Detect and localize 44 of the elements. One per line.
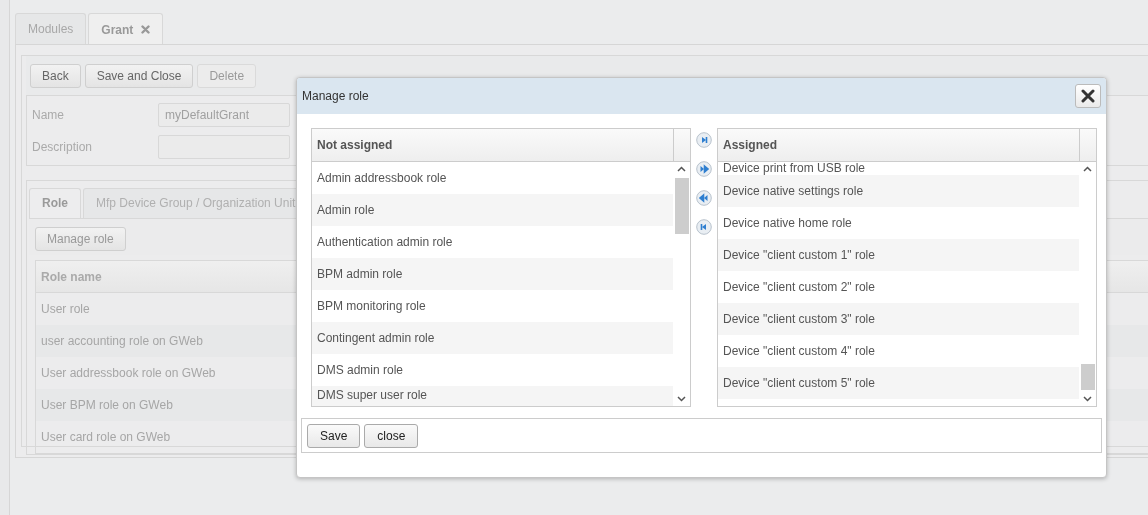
dialog-title: Manage role (302, 89, 369, 103)
list-item[interactable]: BPM monitoring role (312, 290, 673, 322)
move-all-right-icon[interactable] (696, 161, 712, 177)
column-header: Assigned (718, 129, 1080, 161)
dialog-button[interactable]: close (364, 423, 419, 448)
list-item[interactable]: BPM admin role (312, 258, 673, 290)
field-label: Description (31, 140, 94, 154)
close-button[interactable] (1075, 84, 1101, 108)
list-item[interactable]: Contingent admin role (312, 322, 673, 354)
table-cell: User addressbook role on GWeb (41, 366, 216, 380)
list-item[interactable]: Device "client custom 1" role (718, 239, 1079, 271)
move-one-right-icon[interactable] (696, 132, 712, 148)
list-item[interactable]: Device "client custom 5" role (718, 367, 1079, 399)
column-header: Role name (41, 269, 102, 284)
scrollbar-thumb[interactable] (674, 178, 689, 234)
list-item[interactable]: Device native home role (718, 207, 1079, 239)
list-item[interactable]: Device "client custom 3" role (718, 303, 1079, 335)
close-icon (1081, 89, 1095, 103)
list-item[interactable]: DMS admin role (312, 354, 673, 386)
table-cell: user accounting role on GWeb (41, 334, 203, 348)
list-item[interactable]: Device "client custom 2" role (718, 271, 1079, 303)
scrollbar-thumb[interactable] (1080, 364, 1095, 390)
move-all-left-icon[interactable] (696, 190, 712, 206)
scroll-up-icon[interactable] (1083, 166, 1092, 172)
toolbar-button[interactable]: Back (30, 64, 81, 88)
list-item[interactable]: Admin role (312, 194, 673, 226)
move-one-left-icon[interactable] (696, 219, 712, 235)
table-cell: User role (41, 302, 90, 316)
scroll-up-icon[interactable] (677, 166, 686, 172)
column-header: Not assigned (312, 129, 674, 161)
list-item[interactable]: DMS super user role (312, 386, 673, 406)
list-item[interactable]: Device native settings role (718, 175, 1079, 207)
scroll-down-icon[interactable] (1083, 396, 1092, 402)
list-item[interactable]: Device "client custom 4" role (718, 335, 1079, 367)
scroll-down-icon[interactable] (677, 396, 686, 402)
toolbar-button[interactable]: Save and Close (84, 64, 194, 88)
close-icon[interactable] (141, 25, 151, 34)
table-cell: User BPM role on GWeb (41, 398, 173, 412)
list-item[interactable]: Device print from USB role (718, 162, 1079, 175)
list-item[interactable]: Admin addressbook role (312, 162, 673, 194)
field-label: Name (31, 108, 65, 122)
dialog-button[interactable]: Save (307, 423, 361, 448)
table-cell: User card role on GWeb (41, 430, 171, 444)
list-item[interactable]: Authentication admin role (312, 226, 673, 258)
